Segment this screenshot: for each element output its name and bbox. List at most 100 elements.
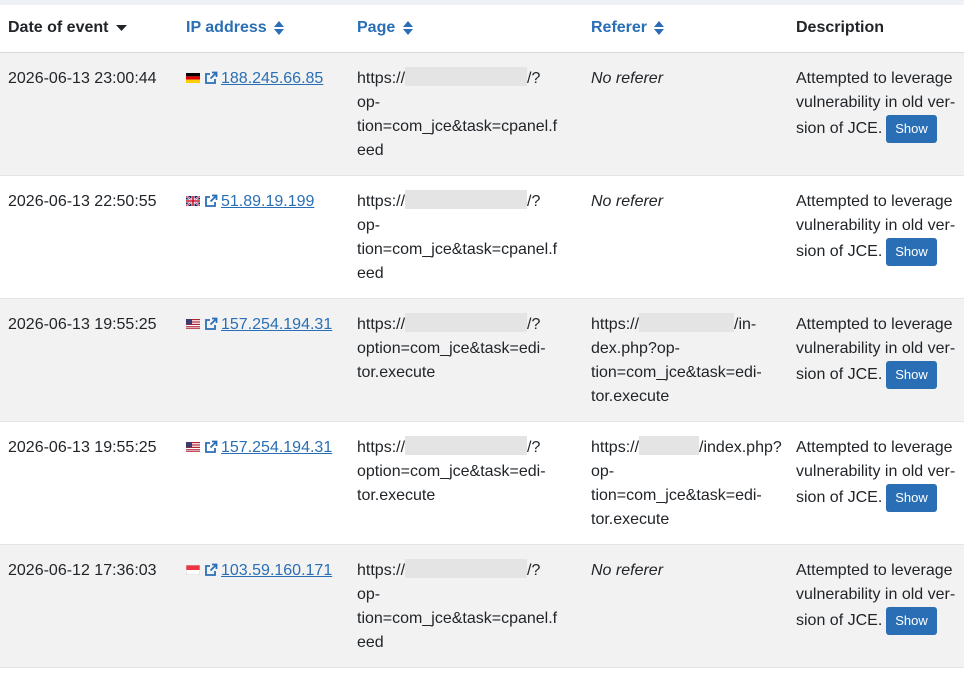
url-part: tor.execute bbox=[591, 511, 670, 528]
header-date[interactable]: Date of event bbox=[0, 5, 178, 53]
description-cell: Attempted to leverage vulnerability in ol… bbox=[788, 175, 964, 299]
url-part: tion=com_jce&task=cpanel.f bbox=[357, 241, 558, 258]
url-part: dex.php?op- bbox=[591, 340, 680, 357]
header-page[interactable]: Page bbox=[349, 5, 583, 53]
referer-cell: No referer bbox=[583, 544, 788, 668]
description-line: vulnerability in old ver- bbox=[796, 340, 956, 357]
url-part: op- bbox=[357, 586, 381, 603]
url-prefix: https:// bbox=[591, 316, 640, 333]
sort-desc-icon bbox=[115, 25, 127, 32]
url-part: tor.execute bbox=[357, 364, 436, 381]
url-prefix: https:// bbox=[357, 439, 406, 456]
url-part: option=com_jce&task=edi- bbox=[357, 463, 546, 480]
url-part: option=com_jce&task=edi- bbox=[357, 340, 546, 357]
description-cell: Attempted to leverage vulnerability in ol… bbox=[788, 544, 964, 668]
redacted-domain bbox=[639, 313, 735, 333]
event-date: 2026-06-13 19:55:25 bbox=[8, 439, 157, 456]
flag-sg-icon bbox=[186, 564, 200, 575]
date-cell: 2026-06-13 19:55:25 bbox=[0, 421, 178, 545]
show-button[interactable]: Show bbox=[886, 484, 937, 512]
url-part: /? bbox=[527, 316, 541, 333]
description-cell: Attempted to leverage vulnerability in ol… bbox=[788, 298, 964, 422]
url-part: /? bbox=[527, 439, 541, 456]
external-link-icon bbox=[205, 563, 218, 576]
redacted-domain bbox=[405, 67, 528, 87]
flag-de-icon bbox=[186, 72, 200, 83]
description-line: sion of JCE. bbox=[796, 120, 883, 138]
description-line: Attempted to leverage bbox=[796, 562, 953, 579]
description-line: Attempted to leverage bbox=[796, 193, 953, 210]
show-button[interactable]: Show bbox=[886, 115, 937, 143]
table-row: 2026-06-13 23:00:44 188.245.66.85 https://… bbox=[0, 52, 964, 176]
url-prefix: https:// bbox=[357, 316, 406, 333]
date-cell: 2026-06-12 17:36:03 bbox=[0, 544, 178, 668]
event-date: 2026-06-13 23:00:44 bbox=[8, 70, 157, 87]
description-line: sion of JCE. bbox=[796, 489, 883, 507]
show-button[interactable]: Show bbox=[886, 607, 937, 635]
url-part: eed bbox=[357, 634, 384, 651]
redacted-domain bbox=[405, 559, 528, 579]
url-prefix: https:// bbox=[357, 70, 406, 87]
url-prefix: https:// bbox=[357, 193, 406, 210]
header-description-label: Description bbox=[796, 19, 885, 37]
page-cell: https:// /? op-tion=com_jce&task=cpanel.f e… bbox=[349, 52, 583, 176]
header-ip[interactable]: IP address bbox=[178, 5, 349, 53]
description-line: Attempted to leverage bbox=[796, 70, 953, 87]
description-line: vulnerability in old ver- bbox=[796, 586, 956, 603]
url-part: eed bbox=[357, 142, 384, 159]
ip-cell: 188.245.66.85 bbox=[178, 52, 349, 176]
url-part: op- bbox=[357, 94, 381, 111]
events-table: Date of event IP address Page Referer De… bbox=[0, 5, 964, 668]
url-part: tor.execute bbox=[357, 487, 436, 504]
page-cell: https:// /? op-tion=com_jce&task=cpanel.f e… bbox=[349, 544, 583, 668]
url-part: op- bbox=[591, 463, 615, 480]
no-referer-text: No referer bbox=[591, 562, 664, 579]
event-date: 2026-06-13 22:50:55 bbox=[8, 193, 157, 210]
description-line: vulnerability in old ver- bbox=[796, 217, 956, 234]
event-date: 2026-06-12 17:36:03 bbox=[8, 562, 157, 579]
ip-link[interactable]: 188.245.66.85 bbox=[221, 70, 323, 87]
ip-link[interactable]: 157.254.194.31 bbox=[221, 316, 332, 333]
ip-link[interactable]: 103.59.160.171 bbox=[221, 562, 332, 579]
url-part: tor.execute bbox=[591, 388, 670, 405]
referer-cell: No referer bbox=[583, 175, 788, 299]
ip-cell: 103.59.160.171 bbox=[178, 544, 349, 668]
ip-cell: 157.254.194.31 bbox=[178, 421, 349, 545]
flag-us-icon bbox=[186, 318, 200, 329]
url-part: /in- bbox=[734, 316, 757, 333]
description-line: sion of JCE. bbox=[796, 612, 883, 630]
no-referer-text: No referer bbox=[591, 193, 664, 210]
sort-icon bbox=[654, 21, 665, 36]
table-row: 2026-06-13 22:50:55 51.89.19.199 https:// /… bbox=[0, 175, 964, 299]
url-part: tion=com_jce&task=cpanel.f bbox=[357, 118, 558, 135]
referer-cell: No referer bbox=[583, 52, 788, 176]
url-part: tion=com_jce&task=edi- bbox=[591, 364, 762, 381]
referer-cell: https:// /index.php? op-tion=com_jce&task=… bbox=[583, 421, 788, 545]
ip-cell: 51.89.19.199 bbox=[178, 175, 349, 299]
redacted-domain bbox=[639, 436, 700, 456]
url-part: eed bbox=[357, 265, 384, 282]
sort-icon bbox=[274, 21, 285, 36]
show-button[interactable]: Show bbox=[886, 361, 937, 389]
url-part: /? bbox=[527, 193, 541, 210]
header-page-label: Page bbox=[357, 19, 396, 37]
url-prefix: https:// bbox=[357, 562, 406, 579]
description-line: sion of JCE. bbox=[796, 366, 883, 384]
table-row: 2026-06-12 17:36:03 103.59.160.171 https:/… bbox=[0, 544, 964, 668]
description-line: Attempted to leverage bbox=[796, 316, 953, 333]
flag-gb-icon bbox=[186, 195, 200, 206]
show-button[interactable]: Show bbox=[886, 238, 937, 266]
page-cell: https:// /? op-tion=com_jce&task=cpanel.f e… bbox=[349, 175, 583, 299]
redacted-domain bbox=[405, 190, 528, 210]
table-row: 2026-06-13 19:55:25 157.254.194.31 https:/… bbox=[0, 298, 964, 422]
ip-link[interactable]: 51.89.19.199 bbox=[221, 193, 314, 210]
date-cell: 2026-06-13 19:55:25 bbox=[0, 298, 178, 422]
description-line: sion of JCE. bbox=[796, 243, 883, 261]
header-ip-label: IP address bbox=[186, 19, 267, 37]
description-line: vulnerability in old ver- bbox=[796, 463, 956, 480]
flag-us-icon bbox=[186, 441, 200, 452]
ip-link[interactable]: 157.254.194.31 bbox=[221, 439, 332, 456]
description-cell: Attempted to leverage vulnerability in ol… bbox=[788, 52, 964, 176]
header-referer[interactable]: Referer bbox=[583, 5, 788, 53]
date-cell: 2026-06-13 23:00:44 bbox=[0, 52, 178, 176]
